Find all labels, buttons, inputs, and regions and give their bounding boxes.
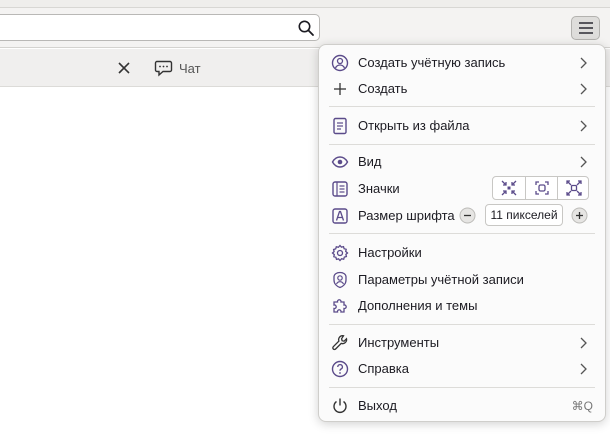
menu-item-addons[interactable]: Дополнения и темы [319, 293, 607, 319]
font-size-icon [332, 208, 348, 224]
menu-item-tools[interactable]: Инструменты [319, 330, 607, 356]
main-toolbar [0, 8, 610, 48]
account-add-icon [331, 54, 349, 72]
menu-item-label: Инструменты [358, 335, 440, 350]
app-menu-panel: Создать учётную запись Создать Открыть и… [318, 44, 606, 422]
menu-item-exit[interactable]: Выход ⌘Q [319, 393, 607, 419]
chevron-right-icon [580, 156, 587, 168]
menu-item-create[interactable]: Создать [319, 76, 607, 102]
menu-separator [329, 233, 595, 234]
menu-item-account-settings[interactable]: Параметры учётной записи [319, 267, 607, 293]
close-icon[interactable] [116, 60, 132, 76]
menu-item-view[interactable]: Вид [319, 149, 607, 175]
menu-separator [329, 324, 595, 325]
file-icon [333, 117, 347, 135]
exit-shortcut: ⌘Q [571, 399, 593, 413]
compress-icon [501, 180, 517, 196]
menu-item-label: Выход [358, 398, 397, 413]
menu-item-label: Вид [358, 154, 382, 169]
density-compact-button[interactable] [493, 177, 525, 199]
eye-icon [331, 156, 349, 168]
toolbar-icons-icon [332, 181, 348, 197]
menu-item-open-file[interactable]: Открыть из файла [319, 113, 607, 139]
expand-icon [566, 180, 582, 196]
menu-separator [329, 387, 595, 388]
density-normal-button[interactable] [525, 177, 557, 199]
menu-item-help[interactable]: Справка [319, 356, 607, 382]
font-increase-button[interactable] [571, 207, 588, 224]
menu-item-label: Параметры учётной записи [358, 272, 524, 287]
menu-separator [329, 144, 595, 145]
chevron-right-icon [580, 83, 587, 95]
focus-icon [535, 181, 549, 195]
search-icon[interactable] [297, 19, 315, 37]
menu-item-label: Размер шрифта [358, 208, 455, 223]
menu-item-label: Создать учётную запись [358, 55, 506, 70]
menu-item-label: Открыть из файла [358, 118, 470, 133]
menu-item-icons: Значки [319, 176, 607, 202]
plus-icon [334, 83, 346, 95]
puzzle-icon [333, 299, 347, 313]
chevron-right-icon [580, 120, 587, 132]
chevron-right-icon [580, 57, 587, 69]
font-decrease-button[interactable] [459, 207, 476, 224]
menu-item-label: Создать [358, 81, 408, 96]
menu-separator [329, 106, 595, 107]
help-icon [331, 360, 349, 378]
chat-tab-label[interactable]: Чат [179, 61, 201, 76]
account-icon [333, 271, 347, 289]
app-menu-button[interactable] [571, 16, 600, 40]
menu-item-font-size: Размер шрифта 11 пикселей [319, 203, 607, 229]
font-size-value[interactable]: 11 пикселей [485, 204, 563, 226]
icon-density-group [492, 176, 589, 200]
search-input[interactable] [0, 14, 320, 41]
menu-item-create-account[interactable]: Создать учётную запись [319, 50, 607, 76]
density-touch-button[interactable] [557, 177, 589, 199]
chevron-right-icon [580, 363, 587, 375]
chevron-right-icon [580, 337, 587, 349]
menu-item-label: Значки [358, 181, 400, 196]
menu-item-settings[interactable]: Настройки [319, 240, 607, 266]
gear-icon [331, 244, 349, 262]
power-icon [333, 398, 347, 413]
wrench-icon [332, 335, 348, 351]
menu-item-label: Справка [358, 361, 409, 376]
window-top-strip [0, 0, 610, 8]
menu-item-label: Настройки [358, 245, 422, 260]
chat-icon[interactable] [154, 59, 173, 77]
menu-item-label: Дополнения и темы [358, 298, 478, 313]
hamburger-icon [579, 22, 593, 34]
